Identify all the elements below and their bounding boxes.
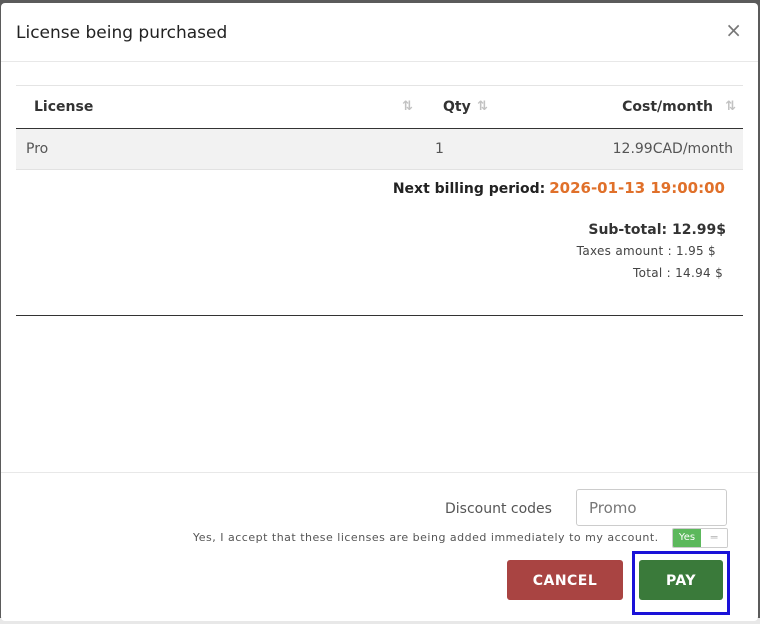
next-billing-period: Next billing period: 2026-01-13 19:00:00 xyxy=(393,179,725,197)
table-header: License ⇅ Qty ⇅ Cost/month ⇅ xyxy=(16,85,743,129)
license-purchase-modal: License being purchased × License ⇅ Qty … xyxy=(1,3,758,621)
cell-license: Pro xyxy=(26,141,49,157)
divider xyxy=(16,315,743,316)
column-header-qty[interactable]: Qty xyxy=(443,99,471,115)
toggle-on-label: Yes xyxy=(673,529,701,547)
sort-icon[interactable]: ⇅ xyxy=(477,99,488,114)
table-row: Pro 1 12.99CAD/month xyxy=(16,129,743,170)
taxes-amount: Taxes amount : 1.95 $ xyxy=(576,244,716,258)
accept-toggle[interactable]: Yes ═ xyxy=(672,528,728,548)
modal-header: License being purchased × xyxy=(1,3,758,62)
billing-date: 2026-01-13 19:00:00 xyxy=(549,179,725,197)
modal-title: License being purchased xyxy=(16,23,228,43)
accept-terms-text: Yes, I accept that these licenses are be… xyxy=(193,531,659,544)
promo-input[interactable] xyxy=(576,489,727,526)
sort-icon[interactable]: ⇅ xyxy=(725,99,736,114)
pay-highlight-box xyxy=(632,551,730,615)
total-amount: Total : 14.94 $ xyxy=(633,266,723,280)
cell-qty: 1 xyxy=(435,141,444,157)
sort-icon[interactable]: ⇅ xyxy=(402,99,413,114)
column-header-cost[interactable]: Cost/month xyxy=(622,99,713,115)
column-header-license[interactable]: License xyxy=(34,99,93,115)
discount-codes-label: Discount codes xyxy=(445,501,552,517)
close-icon[interactable]: × xyxy=(725,20,742,40)
subtotal: Sub-total: 12.99$ xyxy=(588,222,726,238)
cell-cost: 12.99CAD/month xyxy=(612,141,733,157)
license-table: License ⇅ Qty ⇅ Cost/month ⇅ Pro 1 12.99… xyxy=(16,85,743,170)
modal-footer: Discount codes Yes, I accept that these … xyxy=(1,472,758,621)
cancel-button[interactable]: CANCEL xyxy=(507,560,623,600)
toggle-handle-icon[interactable]: ═ xyxy=(701,529,727,547)
billing-label: Next billing period: xyxy=(392,181,546,197)
